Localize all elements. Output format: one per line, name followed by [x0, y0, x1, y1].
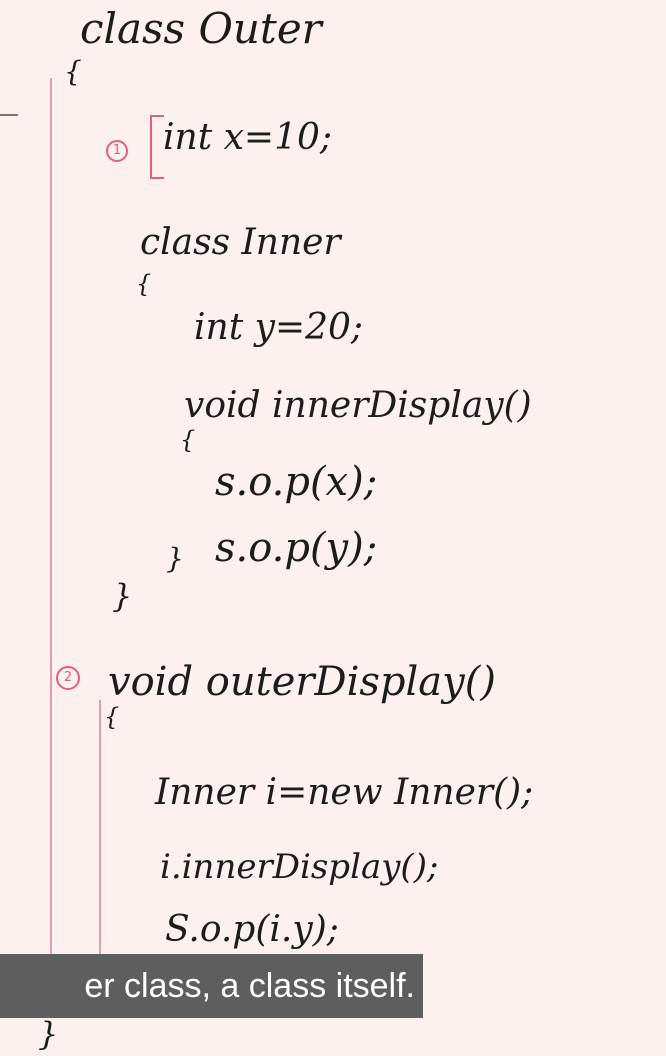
- code-line: Inner i=new Inner();: [155, 772, 534, 813]
- code-line: int x=10;: [163, 117, 333, 158]
- code-line: class Inner: [140, 222, 341, 263]
- marker-1: 1: [106, 140, 128, 162]
- code-line: }: [112, 577, 133, 615]
- code-line: }: [166, 542, 184, 575]
- edge-mark: [0, 114, 18, 116]
- marker-1-bracket: [150, 115, 164, 179]
- code-line: {: [180, 426, 196, 454]
- code-line: void outerDisplay(): [108, 659, 496, 705]
- code-line: }: [38, 1015, 59, 1053]
- marker-2: 2: [56, 666, 80, 690]
- code-line: void innerDisplay(): [184, 385, 532, 426]
- code-line: s.o.p(y);: [215, 525, 378, 571]
- code-line: class Outer: [80, 4, 322, 53]
- code-line: i.innerDisplay();: [160, 847, 439, 887]
- code-line: int y=20;: [194, 307, 364, 348]
- code-line: S.o.p(i.y);: [165, 909, 339, 950]
- code-line: s.o.p(x);: [215, 459, 378, 505]
- video-subtitle: er class, a class itself.: [0, 954, 423, 1018]
- code-line: {: [64, 55, 82, 88]
- code-line: {: [104, 703, 120, 731]
- outer-class-scope-line: [50, 78, 52, 1013]
- code-line: {: [136, 270, 152, 298]
